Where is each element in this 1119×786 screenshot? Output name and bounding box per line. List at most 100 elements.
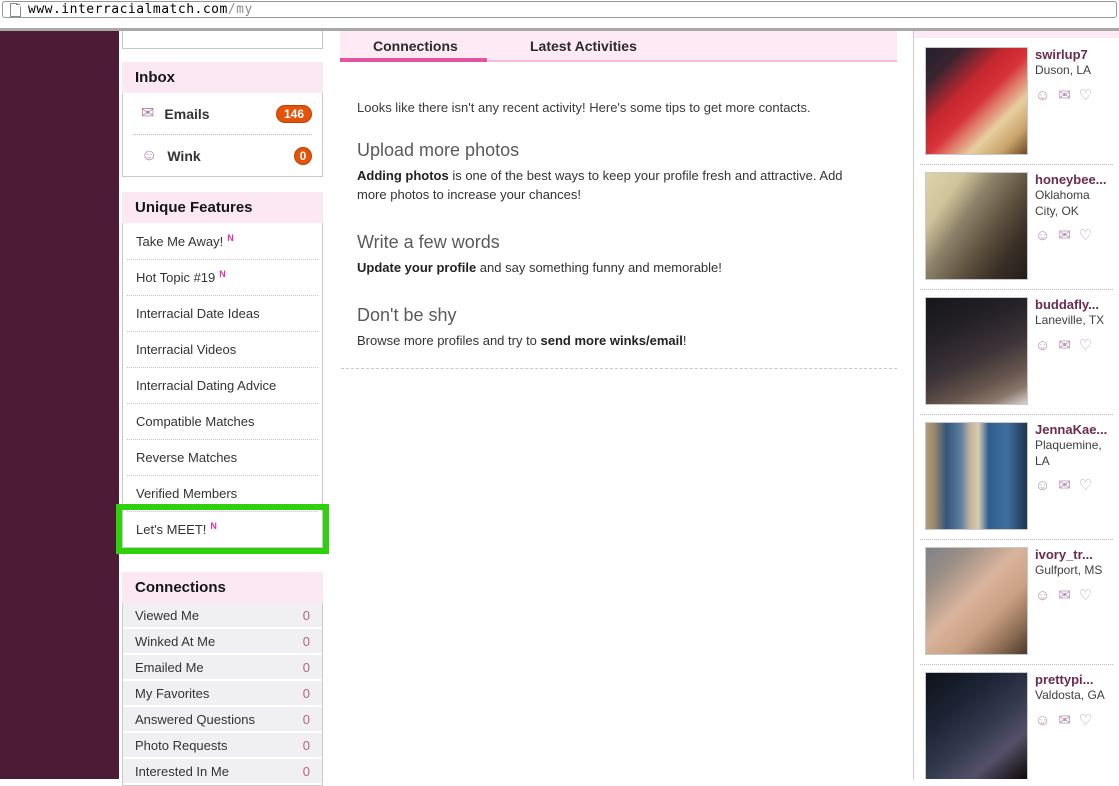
unique-feature-link[interactable]: Compatible Matches N [123, 403, 322, 439]
connections-label: Winked At Me [135, 633, 216, 649]
connections-label: Emailed Me [135, 659, 204, 675]
connections-header: Connections [122, 572, 323, 603]
url-input[interactable]: www.interracialmatch.com/my [2, 1, 1117, 18]
profile-card: prettypi... Valdosta, GA ☺ ✉ ♡ [920, 665, 1113, 779]
connections-link[interactable]: Answered Questions 0 [123, 707, 322, 731]
tip-action-link[interactable]: Adding photos [357, 168, 449, 183]
unique-features-list: Take Me Away! N Hot Topic #19 N Interrac… [116, 223, 329, 554]
tip-heading: Don't be shy [357, 304, 457, 325]
profile-location: Laneville, TX [1035, 313, 1105, 327]
connections-count: 0 [302, 737, 310, 753]
profile-location: Gulfport, MS [1035, 563, 1103, 577]
unique-feature-link[interactable]: Interracial Dating Advice N [123, 367, 322, 403]
profile-card: ivory_tr... Gulfport, MS ☺ ✉ ♡ [920, 540, 1113, 665]
content-dashed-divider [341, 368, 897, 369]
unique-feature-label: Compatible Matches [136, 413, 255, 429]
smiley-icon: ☺ [141, 146, 158, 164]
wink-smiley-icon[interactable]: ☺ [1035, 588, 1050, 603]
unique-feature-link[interactable]: Verified Members N [123, 475, 322, 511]
url-domain: www.interracialmatch.com [28, 2, 228, 17]
new-badge: N [219, 269, 226, 279]
connections-list: Viewed Me 0 Winked At Me 0 Emailed Me 0 … [122, 603, 323, 786]
profile-username[interactable]: swirlup7 [1035, 47, 1113, 62]
profile-username[interactable]: JennaKae... [1035, 422, 1113, 437]
profile-card: buddafly... Laneville, TX ☺ ✉ ♡ [920, 290, 1113, 415]
wink-smiley-icon[interactable]: ☺ [1035, 338, 1050, 353]
tab-latest-activities[interactable]: Latest Activities [530, 38, 637, 54]
profile-username[interactable]: prettypi... [1035, 672, 1113, 687]
unique-feature-link[interactable]: Reverse Matches N [123, 439, 322, 475]
unique-feature-label: Interracial Videos [136, 341, 237, 357]
profile-photo[interactable] [925, 672, 1028, 779]
connections-link[interactable]: Photo Requests 0 [123, 733, 322, 757]
favorite-heart-icon[interactable]: ♡ [1079, 713, 1092, 728]
connections-link[interactable]: Interested In Me 0 [123, 759, 322, 783]
profile-location: Valdosta, GA [1035, 688, 1105, 702]
profile-username[interactable]: buddafly... [1035, 297, 1113, 312]
tip-lead-text: Browse more profiles and try to [357, 332, 541, 348]
tab-connections[interactable]: Connections [373, 38, 458, 54]
connections-label: Photo Requests [135, 737, 228, 753]
sidebar-search-box[interactable] [122, 31, 323, 49]
unique-features-panel: Unique Features Take Me Away! N Hot Topi… [116, 192, 329, 554]
left-background-rail [0, 31, 119, 779]
profile-username[interactable]: honeybee... [1035, 172, 1113, 187]
favorite-heart-icon[interactable]: ♡ [1079, 88, 1092, 103]
wink-smiley-icon[interactable]: ☺ [1035, 478, 1050, 493]
favorite-heart-icon[interactable]: ♡ [1079, 228, 1092, 243]
tip-heading: Write a few words [357, 231, 500, 252]
send-email-icon[interactable]: ✉ [1058, 713, 1071, 728]
connections-link[interactable]: My Favorites 0 [123, 681, 322, 705]
unique-feature-link[interactable]: Let's MEET! N [116, 504, 329, 554]
unique-feature-label: Interracial Dating Advice [136, 377, 277, 393]
wink-smiley-icon[interactable]: ☺ [1035, 713, 1050, 728]
tip-action-link[interactable]: Update your profile [357, 260, 476, 275]
send-email-icon[interactable]: ✉ [1058, 588, 1071, 603]
connections-panel: Connections Viewed Me 0 Winked At Me 0 E… [122, 572, 323, 786]
emails-label: Emails [164, 105, 210, 122]
inbox-header: Inbox [122, 62, 323, 93]
connections-link[interactable]: Viewed Me 0 [123, 603, 322, 627]
browser-url-bar: www.interracialmatch.com/my [0, 0, 1119, 28]
send-email-icon[interactable]: ✉ [1058, 338, 1071, 353]
send-email-icon[interactable]: ✉ [1058, 478, 1071, 493]
right-sidebar-top-strip [914, 31, 1119, 38]
send-email-icon[interactable]: ✉ [1058, 88, 1071, 103]
profile-card: swirlup7 Duson, LA ☺ ✉ ♡ [920, 40, 1113, 165]
connections-link[interactable]: Winked At Me 0 [123, 629, 322, 653]
wink-smiley-icon[interactable]: ☺ [1035, 228, 1050, 243]
tip-body: Update your profile and say something fu… [357, 259, 854, 278]
tab-strip-border [487, 60, 897, 62]
connections-count: 0 [302, 659, 310, 675]
profile-photo[interactable] [925, 297, 1028, 405]
profile-photo[interactable] [925, 422, 1028, 530]
active-tab-underline [340, 58, 487, 62]
favorite-heart-icon[interactable]: ♡ [1079, 338, 1092, 353]
connections-label: Viewed Me [135, 607, 200, 623]
unique-feature-link[interactable]: Hot Topic #19 N [123, 259, 322, 295]
connections-count: 0 [302, 633, 310, 649]
profile-card: honeybee... Oklahoma City, OK ☺ ✉ ♡ [920, 165, 1113, 290]
connections-link[interactable]: Emailed Me 0 [123, 655, 322, 679]
unique-feature-link[interactable]: Interracial Date Ideas N [123, 295, 322, 331]
profile-location: Plaquemine, LA [1035, 438, 1102, 468]
sidebar-item-wink[interactable]: ☺ Wink 0 [123, 135, 322, 176]
tip-block: Upload more photos Adding photos is one … [357, 140, 854, 205]
wink-label: Wink [167, 147, 201, 164]
wink-smiley-icon[interactable]: ☺ [1035, 88, 1050, 103]
tip-action-link[interactable]: send more winks/email [541, 333, 683, 348]
profile-username[interactable]: ivory_tr... [1035, 547, 1113, 562]
unique-feature-link[interactable]: Interracial Videos N [123, 331, 322, 367]
tip-body: Adding photos is one of the best ways to… [357, 167, 854, 205]
profile-photo[interactable] [925, 47, 1028, 155]
favorite-heart-icon[interactable]: ♡ [1079, 588, 1092, 603]
tips-section: Upload more photos Adding photos is one … [357, 140, 854, 377]
profile-photo[interactable] [925, 547, 1028, 655]
sidebar-item-emails[interactable]: ✉ Emails 146 [123, 93, 322, 134]
tip-block: Don't be shy Browse more profiles and tr… [357, 305, 854, 351]
send-email-icon[interactable]: ✉ [1058, 228, 1071, 243]
favorite-heart-icon[interactable]: ♡ [1079, 478, 1092, 493]
unique-feature-link[interactable]: Take Me Away! N [123, 223, 322, 259]
emails-count-badge: 146 [275, 104, 312, 123]
profile-photo[interactable] [925, 172, 1028, 280]
